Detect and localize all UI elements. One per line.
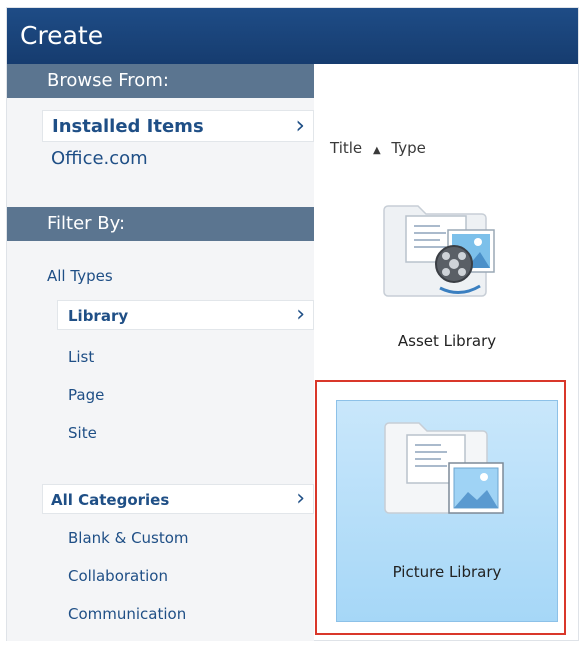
tile-asset-library[interactable]: Asset Library (336, 180, 558, 370)
filter-site[interactable]: Site (68, 420, 298, 446)
left-nav-pane: Browse From: Installed Items › Office.co… (7, 64, 314, 641)
filter-all-categories-label: All Categories (51, 491, 170, 509)
nav-installed-items[interactable]: Installed Items › (42, 110, 314, 142)
sort-by-type[interactable]: Type (391, 139, 425, 157)
chevron-right-icon: › (296, 302, 305, 327)
category-collaboration[interactable]: Collaboration (68, 563, 303, 589)
tile-picture-library-label: Picture Library (392, 563, 502, 581)
tile-asset-library-label: Asset Library (397, 332, 497, 350)
filter-library[interactable]: Library › (57, 300, 314, 330)
filter-all-categories[interactable]: All Categories › (42, 484, 314, 514)
sort-bar: Title ▲ Type (330, 139, 432, 157)
filter-list[interactable]: List (68, 344, 298, 370)
chevron-right-icon: › (296, 486, 305, 511)
picture-library-icon (384, 422, 504, 514)
category-blank-custom[interactable]: Blank & Custom (68, 525, 303, 551)
asset-library-icon (383, 205, 495, 297)
filter-all-types[interactable]: All Types (47, 262, 307, 290)
filter-by-header: Filter By: (7, 207, 314, 241)
sort-ascending-icon: ▲ (372, 145, 381, 156)
chevron-right-icon: › (295, 111, 305, 139)
browse-from-header: Browse From: (7, 64, 314, 98)
tile-picture-library[interactable]: Picture Library (336, 400, 558, 622)
filter-page[interactable]: Page (68, 382, 298, 408)
nav-office-com[interactable]: Office.com (51, 144, 311, 174)
dialog-title: Create (7, 8, 578, 64)
nav-installed-items-label: Installed Items (52, 116, 204, 137)
filter-library-label: Library (68, 307, 129, 325)
category-communication[interactable]: Communication (68, 601, 303, 627)
sort-by-title[interactable]: Title (330, 139, 362, 157)
